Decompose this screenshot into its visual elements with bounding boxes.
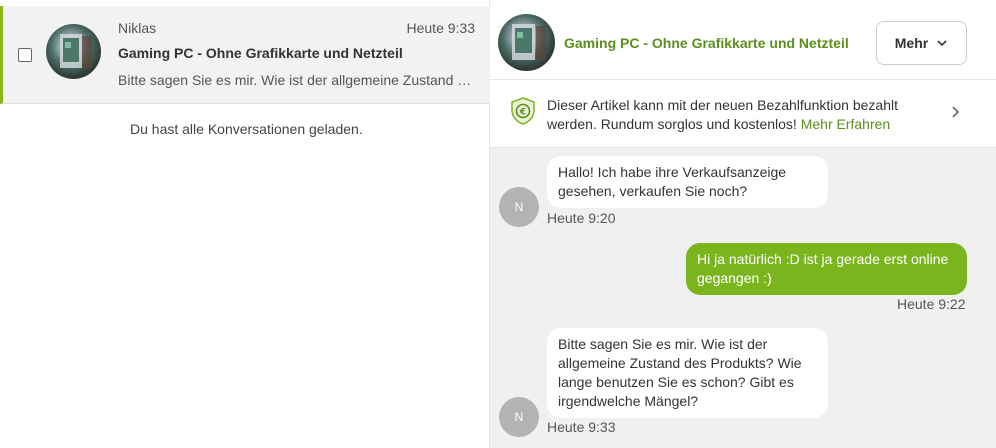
- conversation-list: Niklas Heute 9:33 Gaming PC - Ohne Grafi…: [0, 0, 490, 448]
- sender-name: Niklas: [118, 20, 157, 36]
- message-time: Heute 9:22: [897, 296, 966, 312]
- more-button-label: Mehr: [894, 35, 929, 51]
- message-time: Heute 9:33: [547, 419, 616, 435]
- select-checkbox[interactable]: [18, 48, 32, 62]
- message-bubble-incoming: Bitte sagen Sie es mir. Wie ist der allg…: [547, 328, 828, 418]
- sender-avatar: N: [499, 397, 539, 437]
- svg-text:€: €: [519, 108, 526, 118]
- list-footer-text: Du hast alle Konversationen geladen.: [130, 121, 363, 137]
- conversation-title: Gaming PC - Ohne Grafikkarte und Netztei…: [118, 45, 403, 61]
- payment-banner[interactable]: € Dieser Artikel kann mit der neuen Beza…: [490, 80, 996, 148]
- message-bubble-outgoing: Hi ja natürlich :D ist ja gerade erst on…: [686, 243, 967, 295]
- chevron-right-icon: [952, 106, 960, 118]
- message-bubble-incoming: Hallo! Ich habe ihre Verkaufsanzeige ges…: [547, 156, 828, 208]
- avatar-initial: N: [514, 200, 524, 214]
- sender-avatar: N: [499, 187, 539, 227]
- conversation-preview: Bitte sagen Sie es mir. Wie ist der allg…: [118, 72, 478, 88]
- chat-panel: Gaming PC - Ohne Grafikkarte und Netztei…: [490, 0, 996, 448]
- more-button[interactable]: Mehr: [876, 21, 967, 65]
- conversation-time: Heute 9:33: [406, 20, 476, 36]
- avatar-initial: N: [514, 410, 524, 424]
- learn-more-link[interactable]: Mehr Erfahren: [801, 116, 890, 132]
- listing-thumbnail: [46, 24, 101, 79]
- message-text: Hallo! Ich habe ihre Verkaufsanzeige ges…: [558, 164, 787, 199]
- ad-title-link[interactable]: Gaming PC - Ohne Grafikkarte und Netztei…: [564, 35, 849, 51]
- conversation-item[interactable]: Niklas Heute 9:33 Gaming PC - Ohne Grafi…: [0, 6, 490, 104]
- chat-header: Gaming PC - Ohne Grafikkarte und Netztei…: [490, 0, 996, 80]
- message-text: Bitte sagen Sie es mir. Wie ist der allg…: [558, 336, 802, 409]
- banner-text: Dieser Artikel kann mit der neuen Bezahl…: [547, 96, 927, 134]
- listing-thumbnail[interactable]: [498, 14, 555, 71]
- euro-shield-icon: €: [511, 97, 535, 125]
- messages-app: Niklas Heute 9:33 Gaming PC - Ohne Grafi…: [0, 0, 996, 448]
- chevron-down-icon: [937, 40, 947, 47]
- message-text: Hi ja natürlich :D ist ja gerade erst on…: [697, 251, 949, 286]
- message-time: Heute 9:20: [547, 210, 616, 226]
